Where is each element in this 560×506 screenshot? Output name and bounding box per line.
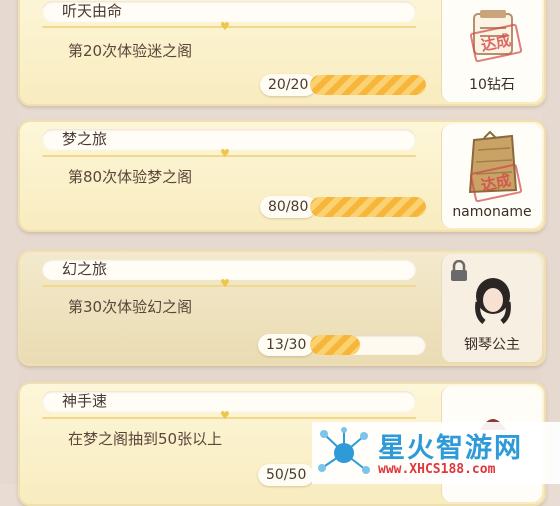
reward-label: 钢琴公主: [464, 337, 520, 353]
progress-count: 50/50: [258, 464, 315, 486]
reward-slot[interactable]: 钢琴公主: [441, 254, 542, 362]
progress-bar-fill: [310, 75, 426, 95]
site-watermark: 星火智游网 www.XHCS188.com: [312, 422, 560, 484]
progress-bar: [310, 197, 426, 217]
achievement-info: 听天由命 ♥ 第20次体验迷之阁 20/20: [20, 0, 438, 104]
lock-icon: [451, 260, 467, 281]
achievement-card[interactable]: 梦之旅 ♥ 第80次体验梦之阁 80/80 达成 namoname: [18, 120, 546, 232]
progress-count: 80/80: [260, 196, 317, 218]
left-border-decoration: [0, 0, 18, 484]
network-logo-icon: [318, 427, 370, 474]
achievement-description: 第30次体验幻之阁: [68, 298, 193, 316]
achievement-description: 第80次体验梦之阁: [68, 168, 193, 186]
achievement-card[interactable]: 听天由命 ♥ 第20次体验迷之阁 20/20 达成 10钻石: [18, 0, 546, 106]
achievement-description: 在梦之阁抽到50张以上: [68, 430, 223, 448]
reward-slot[interactable]: 达成 namoname: [441, 124, 542, 228]
progress-bar-fill: [310, 197, 426, 217]
progress-bar: [310, 75, 426, 95]
heart-icon: ♥: [220, 277, 230, 290]
reward-label: 10钻石: [469, 77, 515, 93]
heart-icon: ♥: [220, 147, 230, 160]
watermark-title: 星火智游网: [378, 433, 523, 464]
hairstyle-portrait-icon: [475, 278, 511, 324]
achievement-card-locked[interactable]: 幻之旅 ♥ 第30次体验幻之阁 13/30 钢琴公主: [18, 250, 546, 366]
watermark-url: www.XHCS188.com: [378, 462, 496, 477]
heart-icon: ♥: [220, 409, 230, 422]
progress-bar-fill: [310, 335, 360, 355]
achievement-title: 听天由命: [42, 1, 416, 22]
achievement-description: 第20次体验迷之阁: [68, 42, 193, 60]
reward-label: namoname: [452, 204, 532, 220]
reward-slot[interactable]: 达成 10钻石: [441, 0, 542, 102]
progress-bar: [310, 335, 426, 355]
achievement-info: 梦之旅 ♥ 第80次体验梦之阁 80/80: [20, 122, 438, 230]
progress-count: 13/30: [258, 334, 315, 356]
achievement-info: 幻之旅 ♥ 第30次体验幻之阁 13/30: [20, 252, 438, 364]
heart-icon: ♥: [220, 20, 230, 33]
progress-count: 20/20: [260, 74, 317, 96]
